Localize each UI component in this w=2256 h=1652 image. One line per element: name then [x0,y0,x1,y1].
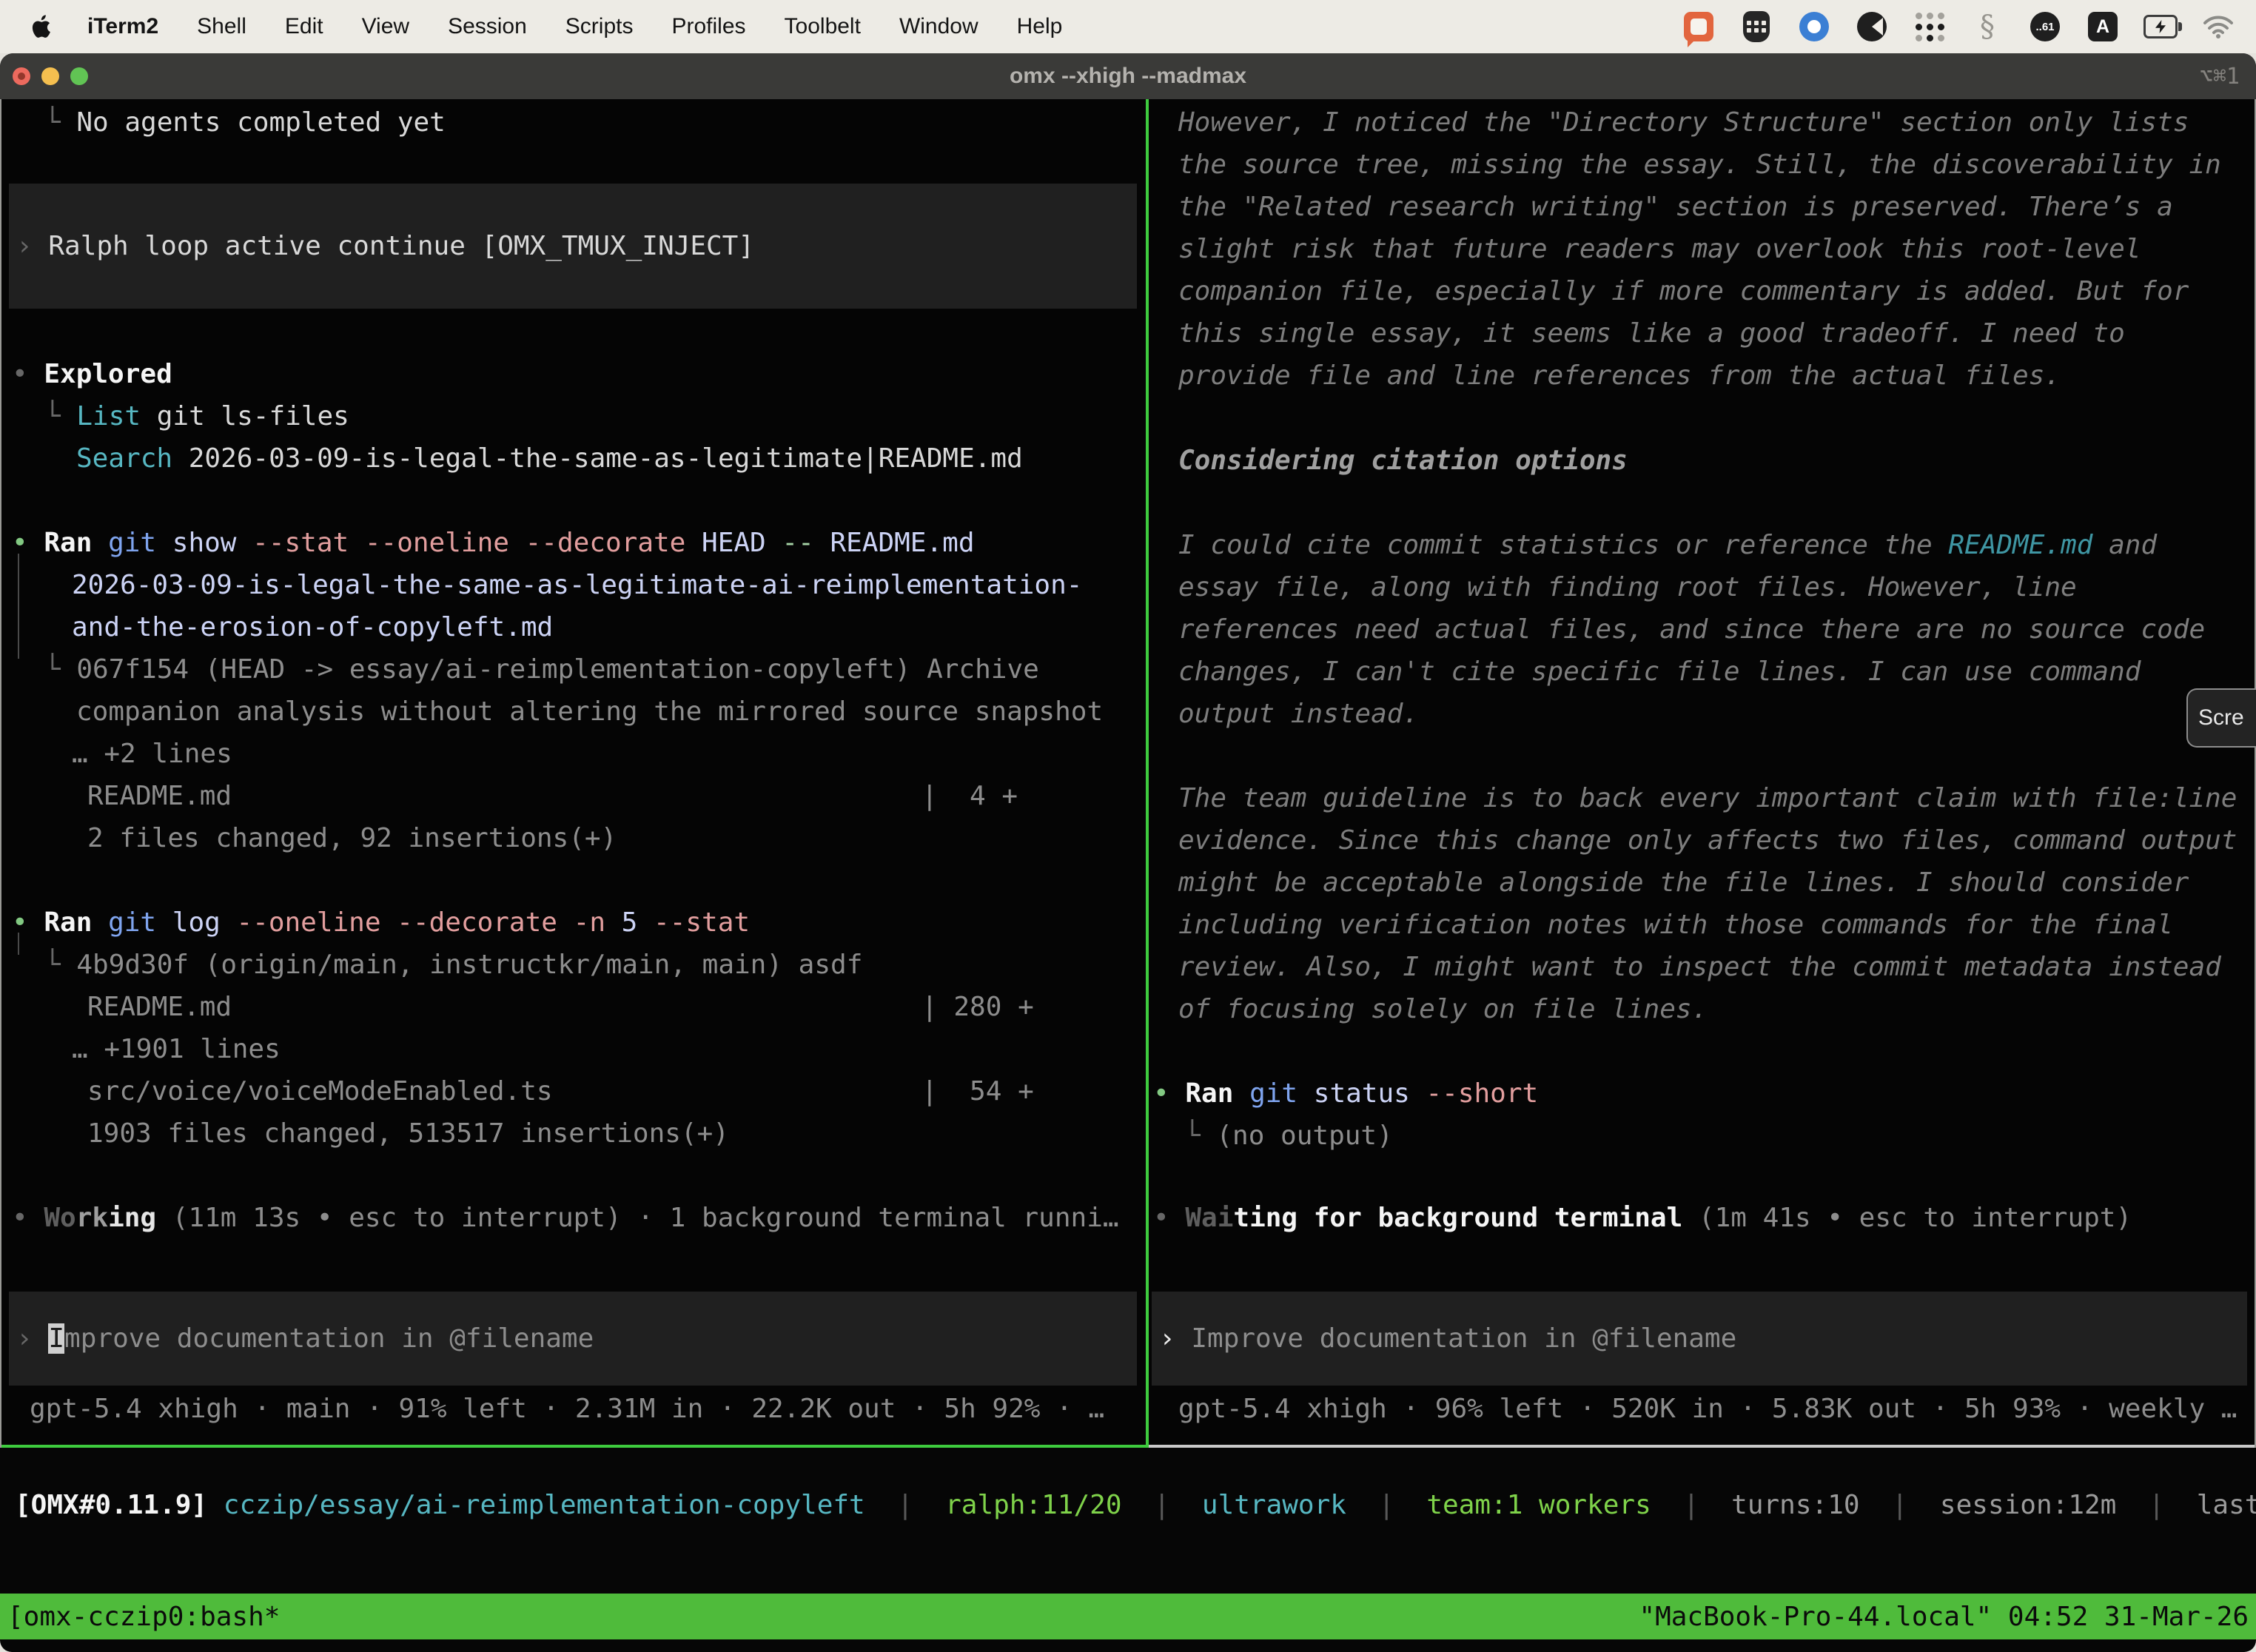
screen-overlay-button[interactable]: Scre [2186,688,2256,748]
terminal-line: references need actual files, and since … [1178,608,2205,651]
terminal-line: … +2 lines [72,733,232,775]
terminal-line: the source tree, missing the essay. Stil… [1178,144,2221,186]
terminal-line: • Ran git log --oneline --decorate -n 5 … [12,901,750,944]
terminal-line: slight risk that future readers may over… [1178,228,2141,270]
menubar-item-shell[interactable]: Shell [197,14,246,39]
terminal-line: of focusing solely on file lines. [1178,988,1708,1030]
active-pane-border [0,1445,1146,1448]
prompt-input[interactable]: › Improve documentation in @filename [1152,1292,2247,1386]
battery-icon[interactable] [2143,10,2178,44]
terminal-line: including verification notes with those … [1178,904,2173,946]
scroll-icon[interactable]: § [1970,10,2004,44]
terminal-line: review. Also, I might want to inspect th… [1178,946,2221,988]
terminal-line: • Waiting for background terminal (1m 41… [1153,1197,2132,1239]
terminal-line: • Ran git show --stat --oneline --decora… [12,522,975,564]
iterm2-window: omx --xhigh --madmax ⌥⌘1 └ No agents com… [0,53,2256,1652]
terminal-line: └ 067f154 (HEAD -> essay/ai-reimplementa… [44,648,1039,691]
gauge-icon[interactable]: ..61 [2028,10,2062,44]
menubar-item-scripts[interactable]: Scripts [565,14,634,39]
prompt-input[interactable]: › Improve documentation in @filename [9,1292,1137,1386]
menu-bar-status-icons: § ..61 A [1682,10,2256,44]
keyboard-a-icon[interactable]: A [2086,10,2120,44]
inject-banner: › Ralph loop active continue [OMX_TMUX_I… [9,184,1137,309]
omx-status-line: [OMX#0.11.9] cczip/essay/ai-reimplementa… [15,1484,2256,1526]
terminal-line: companion file, especially if more comme… [1178,270,2189,312]
desktop: iTerm2 Shell Edit View Session Scripts Profile… [0,0,2256,1652]
macos-menu-bar: iTerm2 Shell Edit View Session Scripts Profile… [0,0,2256,53]
omx-status-bar: [OMX#0.11.9] cczip/essay/ai-reimplementa… [0,1484,2256,1526]
model-status-line: gpt-5.4 xhigh · main · 91% left · 2.31M … [30,1388,1104,1430]
messages-icon[interactable] [1682,10,1716,44]
terminal-line: README.md | 280 + [87,986,1034,1028]
wifi-icon[interactable] [2201,10,2235,44]
terminal-line: Considering citation options [1178,440,1628,482]
dots-grid-icon[interactable] [1913,10,1947,44]
menubar-item-session[interactable]: Session [448,14,527,39]
terminal-line: this single essay, it seems like a good … [1178,312,2125,355]
terminal-line: └ (no output) [1184,1115,1393,1157]
model-status-line: gpt-5.4 xhigh · 96% left · 520K in · 5.8… [1178,1388,2237,1430]
terminal-line: • Working (11m 13s • esc to interrupt) ·… [12,1197,1119,1239]
terminal-line: 2026-03-09-is-legal-the-same-as-legitima… [72,564,1082,606]
window-title-bar[interactable]: omx --xhigh --madmax ⌥⌘1 [0,53,2256,99]
terminal-line: essay file, along with finding root file… [1178,566,2077,608]
terminal-line: • Explored [12,353,172,395]
kagi-icon[interactable] [1855,10,1889,44]
terminal-content: └ No agents completed yet • Explored└ Lis… [0,99,2256,1448]
menubar-item-view[interactable]: View [362,14,409,39]
terminal-line: The team guideline is to back every impo… [1178,777,2237,819]
terminal-line: evidence. Since this change only affects… [1178,819,2237,862]
terminal-line: 2 files changed, 92 insertions(+) [87,817,617,859]
menubar-item-toolbelt[interactable]: Toolbelt [785,14,861,39]
terminal-line: 1903 files changed, 513517 insertions(+) [87,1112,729,1155]
window-title: omx --xhigh --madmax [0,53,2256,99]
tmux-host-clock: "MacBook-Pro-44.local" 04:52 31-Mar-26 [1639,1602,2256,1632]
terminal-line: changes, I can't cite specific file line… [1178,651,2141,693]
terminal-line: • Ran git status --short [1153,1072,1538,1115]
right-agent-pane[interactable]: However, I noticed the "Directory Struct… [1149,99,2256,1448]
terminal-line: src/voice/voiceModeEnabled.ts | 54 + [87,1070,1034,1112]
menubar-item-profiles[interactable]: Profiles [671,14,745,39]
terminal-line: output instead. [1178,693,1419,735]
terminal-line: └ 4b9d30f (origin/main, instructkr/main,… [44,944,862,986]
idle-pane-border [1149,1445,2256,1448]
terminal-line: I could cite commit statistics or refere… [1178,524,2157,566]
terminal-line: and-the-erosion-of-copyleft.md [72,606,553,648]
terminal-line: … +1901 lines [72,1028,281,1070]
left-agent-pane[interactable]: └ No agents completed yet • Explored└ Lis… [0,99,1146,1448]
terminal-line: README.md | 4 + [87,775,1018,817]
terminal-line: └ List git ls-files [44,395,349,437]
window-shortcut-badge: ⌥⌘1 [2200,53,2240,99]
terminal-line: companion analysis without altering the … [76,691,1103,733]
menubar-item-help[interactable]: Help [1017,14,1063,39]
terminal-line: the "Related research writing" section i… [1178,186,2173,228]
terminal-line: might be acceptable alongside the file l… [1178,862,2189,904]
menu-items: iTerm2 Shell Edit View Session Scripts Profile… [87,14,1062,39]
verified-badge-icon[interactable] [1797,10,1831,44]
terminal-line: Search 2026-03-09-is-legal-the-same-as-l… [76,437,1023,480]
terminal-line: However, I noticed the "Directory Struct… [1178,101,2189,144]
menubar-item-window[interactable]: Window [899,14,978,39]
shield-grid-icon[interactable] [1739,10,1773,44]
apple-menu-icon[interactable] [30,12,55,41]
window-left-edge [0,99,1,1448]
tree-connector [18,554,19,659]
menubar-item-edit[interactable]: Edit [285,14,323,39]
menubar-item-iterm2[interactable]: iTerm2 [87,14,158,39]
tmux-status-bar: [omx-cczip0:bash* "MacBook-Pro-44.local"… [0,1594,2256,1639]
tmux-session-label: [omx-cczip0:bash* [0,1602,280,1632]
terminal-line: provide file and line references from th… [1178,355,2061,397]
terminal-line: └ No agents completed yet [44,101,446,144]
